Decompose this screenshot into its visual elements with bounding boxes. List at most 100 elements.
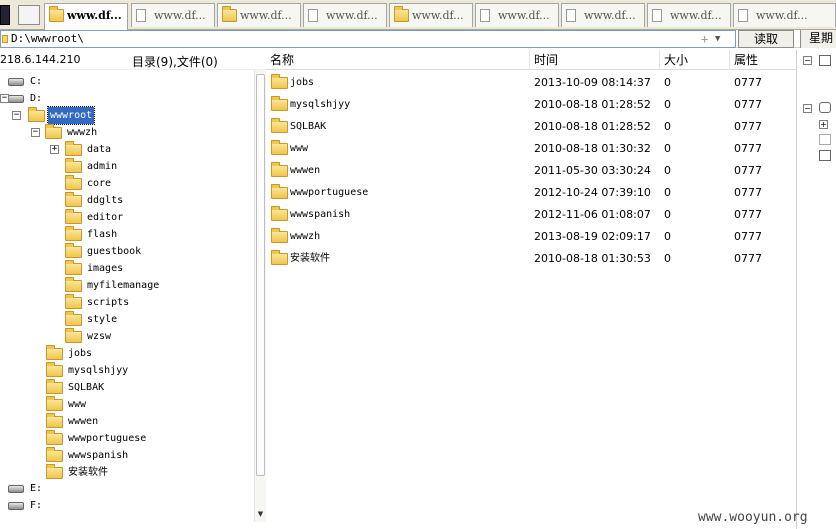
tree-item-label: core (87, 178, 112, 189)
tree-item-label: style (87, 314, 118, 325)
path-text: D:\wwwroot\ (11, 32, 84, 45)
plus-icon[interactable]: + (701, 31, 708, 47)
file-name: www (290, 143, 309, 154)
disk-icon[interactable] (819, 134, 831, 145)
file-size: 0 (664, 76, 671, 89)
tab-0[interactable]: www.df... (44, 3, 128, 30)
collapse-icon[interactable]: − (803, 56, 812, 65)
folder-icon (271, 140, 288, 155)
folder-icon (65, 209, 82, 224)
folder-icon (65, 260, 82, 275)
tab-4[interactable]: www.df... (389, 3, 473, 27)
tab-6[interactable]: www.df... (561, 3, 645, 27)
folder-icon (65, 243, 82, 258)
folder-icon (28, 107, 45, 122)
file-name: wwwzh (290, 231, 321, 242)
column-time[interactable]: 时间 (530, 50, 660, 70)
file-row[interactable]: jobs 2013-10-09 08:14:37 0 0777 (266, 72, 796, 94)
tree-item-label: wwwroot (46, 106, 96, 125)
address-bar: D:\wwwroot\ + ▼ 读取 星期 (0, 30, 836, 48)
file-attr: 0777 (734, 142, 762, 155)
file-row[interactable]: www 2010-08-18 01:30:32 0 0777 (266, 138, 796, 160)
tree-item-label: E: (30, 483, 43, 494)
tree-item-label: editor (87, 212, 124, 223)
file-attr: 0777 (734, 186, 762, 199)
folder-icon (46, 362, 63, 377)
folder-icon (65, 328, 82, 343)
expand-icon[interactable]: + (819, 120, 828, 129)
file-row[interactable]: SQLBAK 2010-08-18 01:28:52 0 0777 (266, 116, 796, 138)
folder-icon (271, 206, 288, 221)
page-icon (308, 9, 318, 22)
tree-scrollbar[interactable]: ▼ (254, 70, 266, 522)
tree-item-label: admin (87, 161, 118, 172)
file-size: 0 (664, 252, 671, 265)
tab-7[interactable]: www.df... (647, 3, 731, 27)
folder-icon (271, 250, 288, 265)
tree-item-label: wwwportuguese (68, 433, 147, 444)
column-size[interactable]: 大小 (660, 50, 730, 70)
folder-icon (46, 464, 63, 479)
item-count: 目录(9),文件(0) (132, 55, 218, 69)
tab-label: www.df... (326, 9, 378, 22)
window-icon[interactable] (819, 150, 831, 161)
folder-icon (65, 175, 82, 190)
tab-5[interactable]: www.df... (475, 3, 559, 27)
file-time: 2010-08-18 01:30:53 (534, 252, 651, 265)
file-time: 2013-08-19 02:09:17 (534, 230, 651, 243)
right-panel: − − + (796, 50, 836, 529)
window-icon[interactable] (819, 55, 831, 66)
file-name: SQLBAK (290, 121, 327, 132)
file-row[interactable]: 安装软件 2010-08-18 01:30:53 0 0777 (266, 248, 796, 270)
tab-1[interactable]: www.df... (131, 3, 215, 27)
tree-item-label: wzsw (87, 331, 112, 342)
file-row[interactable]: wwwzh 2013-08-19 02:09:17 0 0777 (266, 226, 796, 248)
tab-8[interactable]: www.df... (733, 3, 836, 27)
folder-icon (65, 158, 82, 173)
folder-icon (45, 124, 62, 139)
expand-icon[interactable]: + (50, 145, 59, 154)
app-icon[interactable] (0, 5, 10, 25)
chevron-down-icon[interactable]: ▼ (715, 31, 720, 47)
collapse-icon[interactable]: − (803, 104, 812, 113)
file-row[interactable]: mysqlshjyy 2010-08-18 01:28:52 0 0777 (266, 94, 796, 116)
path-input[interactable]: D:\wwwroot\ + ▼ (0, 30, 736, 48)
tab-3[interactable]: www.df... (303, 3, 387, 27)
collapse-icon[interactable]: − (31, 128, 40, 137)
folder-icon (271, 74, 288, 89)
window-icon[interactable] (18, 5, 40, 25)
drive-icon (8, 78, 24, 86)
folder-icon (271, 162, 288, 177)
page-icon (136, 9, 146, 22)
terminal-icon[interactable] (819, 102, 831, 113)
file-row[interactable]: wwwspanish 2012-11-06 01:08:07 0 0777 (266, 204, 796, 226)
collapse-icon[interactable]: − (0, 94, 9, 103)
folder-icon (46, 379, 63, 394)
watermark: www.wooyun.org (698, 510, 808, 525)
column-attr[interactable]: 属性 (730, 50, 796, 70)
folder-icon (65, 294, 82, 309)
file-row[interactable]: wwwen 2011-05-30 03:30:24 0 0777 (266, 160, 796, 182)
file-attr: 0777 (734, 76, 762, 89)
folder-icon (65, 192, 82, 207)
file-size: 0 (664, 208, 671, 221)
collapse-icon[interactable]: − (12, 111, 21, 120)
tab-label: www.df... (584, 9, 636, 22)
file-name: wwwportuguese (290, 187, 369, 198)
scrollbar-thumb[interactable] (256, 74, 265, 476)
tree-item-label: mysqlshjyy (68, 365, 129, 376)
tab-2[interactable]: www.df... (217, 3, 301, 27)
folder-icon (271, 228, 288, 243)
scroll-down-icon[interactable]: ▼ (255, 510, 266, 520)
file-attr: 0777 (734, 208, 762, 221)
file-size: 0 (664, 230, 671, 243)
column-name[interactable]: 名称 (266, 50, 530, 70)
file-time: 2013-10-09 08:14:37 (534, 76, 651, 89)
read-button[interactable]: 读取 (738, 30, 794, 48)
file-row[interactable]: wwwportuguese 2012-10-24 07:39:10 0 0777 (266, 182, 796, 204)
folder-icon (271, 118, 288, 133)
file-size: 0 (664, 98, 671, 111)
week-column-label: 星期 (800, 30, 836, 48)
drive-icon (8, 95, 24, 103)
folder-icon (49, 6, 64, 22)
